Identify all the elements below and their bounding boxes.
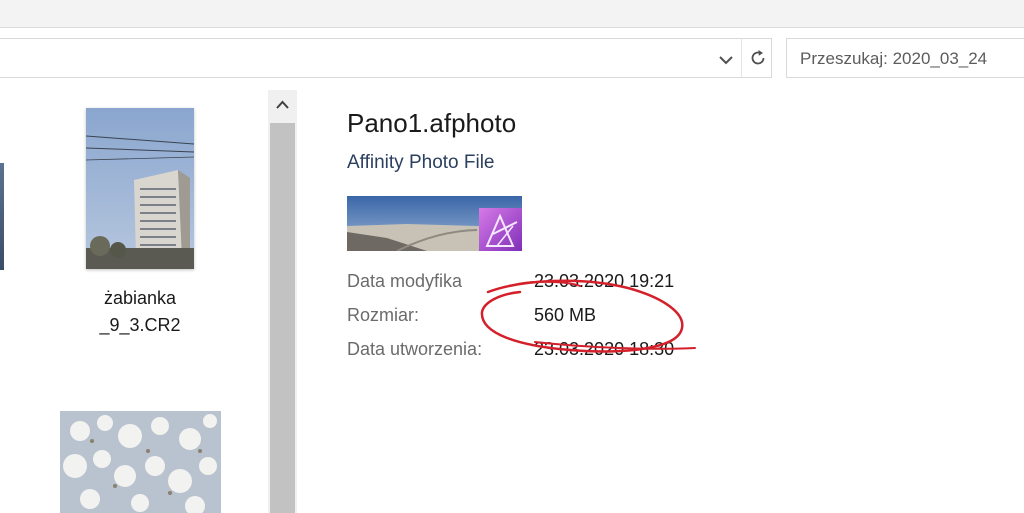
details-file-type: Affinity Photo File xyxy=(347,152,495,173)
scrollbar-thumb[interactable] xyxy=(270,123,295,513)
title-bar-strip xyxy=(0,0,1024,28)
details-file-name: Pano1.afphoto xyxy=(347,108,517,138)
property-label-modified: Data modyfika xyxy=(347,271,463,291)
thumbnail-label[interactable]: żabianka _9_3.CR2 xyxy=(70,285,210,339)
property-label-created: Data utworzenia: xyxy=(347,339,483,359)
search-input[interactable] xyxy=(800,47,1024,71)
property-value-modified: 23.03.2020 19:21 xyxy=(534,271,675,291)
scroll-up-button[interactable] xyxy=(268,90,297,122)
search-box[interactable] xyxy=(786,38,1024,78)
property-value-created: 23.03.2020 18:30 xyxy=(534,339,675,359)
address-bar[interactable] xyxy=(0,38,772,78)
refresh-button[interactable] xyxy=(741,38,772,78)
file-preview-image xyxy=(347,196,522,251)
thumbnail-partial[interactable] xyxy=(0,163,4,270)
affinity-photo-logo-icon xyxy=(479,208,522,251)
chevron-down-icon[interactable] xyxy=(716,50,736,70)
property-value-size: 560 MB xyxy=(534,305,597,325)
property-label-size: Rozmiar: xyxy=(347,305,420,325)
thumbnail-image-building[interactable] xyxy=(86,108,194,269)
thumbnail-image-blossom[interactable] xyxy=(60,411,221,513)
